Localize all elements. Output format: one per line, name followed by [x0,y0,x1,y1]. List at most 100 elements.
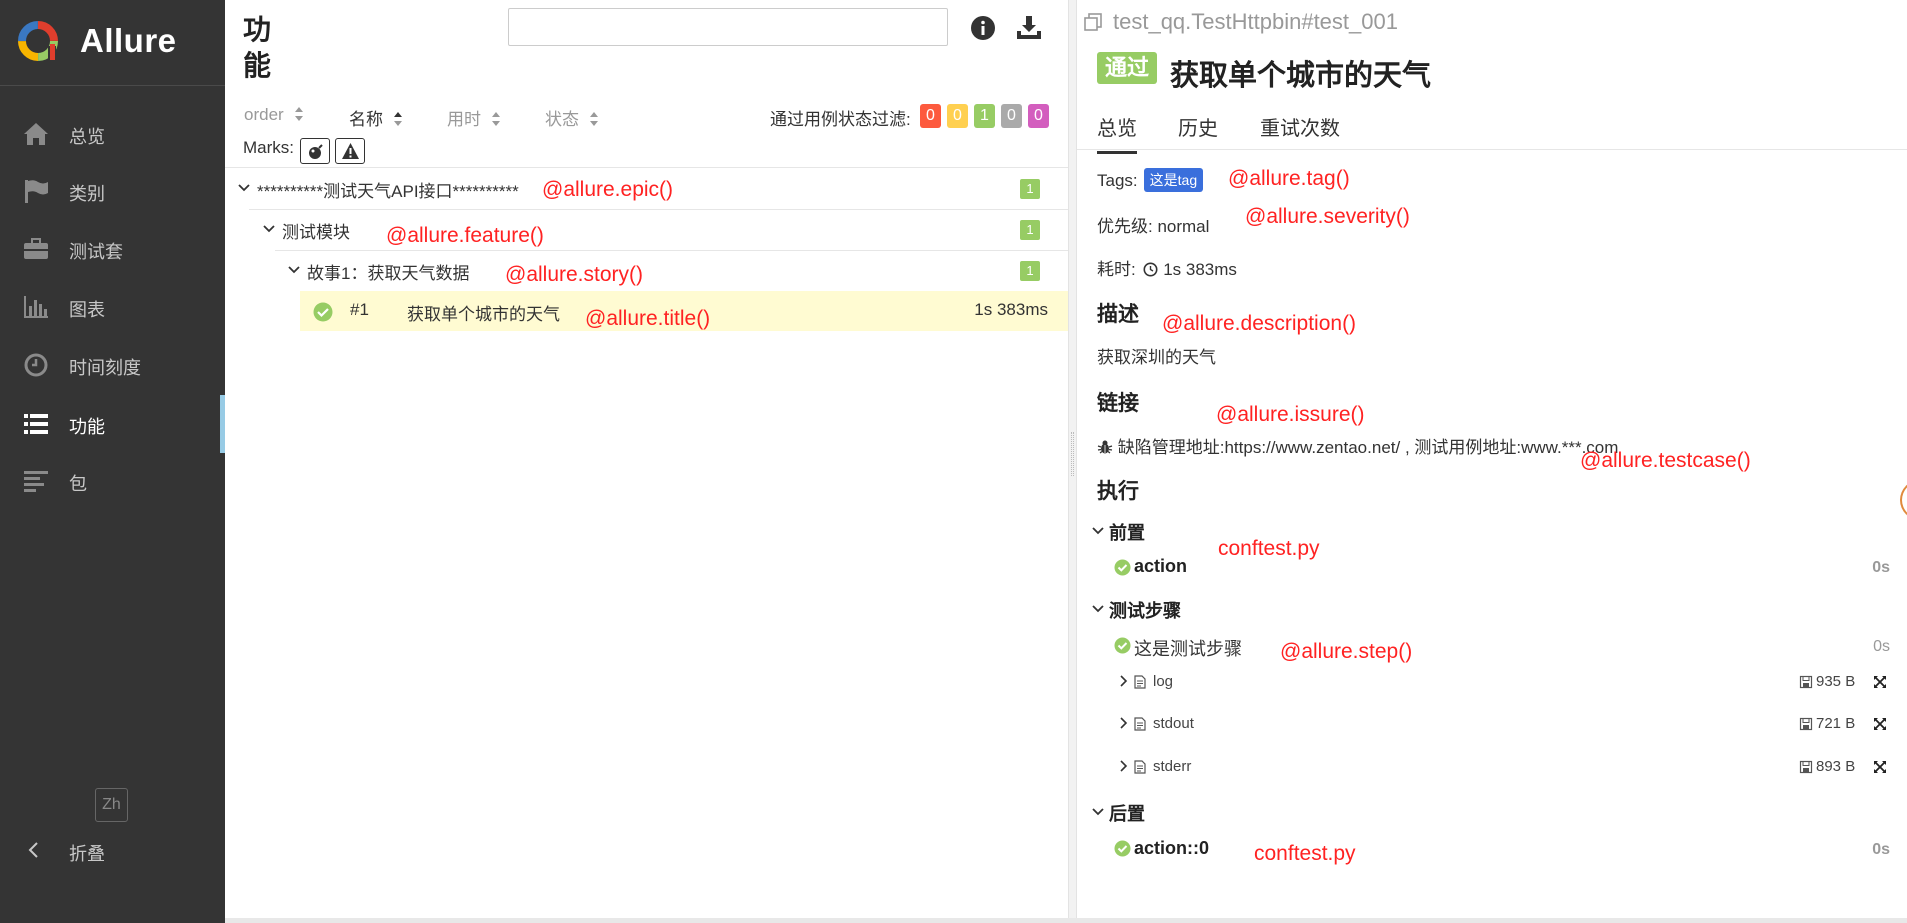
sidebar-item-label: 类别 [69,184,105,204]
chevron-left-icon [28,842,38,858]
row-divider [275,250,1068,251]
sort-name-label: 名称 [349,110,383,129]
description-text: 获取深圳的天气 [1097,348,1216,367]
tag-pill[interactable]: 这是tag [1143,168,1204,192]
allure-logo-icon [18,21,58,61]
copy-icon[interactable] [1083,12,1103,32]
brand-name: Allure [80,22,177,59]
tree-node-label: 故事1：获取天气数据 [307,264,470,283]
info-icon[interactable] [969,14,997,42]
chevron-right-icon [1120,675,1128,687]
sort-status[interactable]: 状态 [545,105,599,130]
sort-arrows-icon [492,112,500,126]
search-input[interactable] [508,8,948,46]
filter-passed-count[interactable]: 1 [974,104,995,128]
sidebar-item-label: 测试套 [69,242,123,262]
sidebar-item-graphs[interactable]: 图表 [0,278,225,336]
test-full-path: test_qq.TestHttpbin#test_001 [1113,9,1398,34]
sort-duration-label: 用时 [447,110,481,129]
annotation-severity: @allure.severity() [1245,205,1410,228]
clock-icon [1143,262,1158,277]
save-icon [1799,717,1813,731]
attachment-size: 721 B [1816,715,1856,732]
sort-asc-icon [394,112,402,126]
sidebar-item-label: 总览 [69,127,105,147]
collapse-label: 折叠 [69,844,105,864]
test-name: 获取单个城市的天气 [407,305,560,324]
sidebar-item-suites[interactable]: 测试套 [0,220,225,278]
mark-new-failed-button[interactable] [335,138,365,164]
passed-check-icon [1114,559,1131,576]
language-button[interactable]: Zh [95,788,128,822]
test-title: 获取单个城市的天气 [1170,60,1432,92]
bar-chart-icon [24,296,48,318]
expand-icon[interactable] [1873,675,1887,689]
header-divider [225,167,1068,168]
duration-row: 耗时: 1s 383ms [1097,255,1237,280]
sidebar-item-label: 功能 [69,417,105,437]
brand[interactable]: Allure [0,0,225,86]
allure-report-window: Allure 总览 类别 测试套 图表 时间刻度 功能 包 Zh 折叠 功能 o… [0,0,1907,923]
annotation-teardown: conftest.py [1254,842,1356,865]
filter-failed-count[interactable]: 0 [920,104,941,128]
tree-count-badge: 1 [1020,220,1040,240]
filter-broken-count[interactable]: 0 [947,104,968,128]
briefcase-icon [24,238,48,259]
sidebar: Allure 总览 类别 测试套 图表 时间刻度 功能 包 Zh 折叠 [0,0,225,923]
bottom-border [225,918,1907,923]
sidebar-item-packages[interactable]: 包 [0,452,225,510]
collapse-button[interactable]: 折叠 [0,826,225,874]
test-step-duration: 0s [1873,638,1890,655]
annotation-story: @allure.story() [505,263,644,286]
annotation-issue: @allure.issure() [1216,403,1365,426]
test-order: #1 [350,300,369,319]
sidebar-item-behaviors[interactable]: 功能 [0,395,225,453]
passed-check-icon [1114,840,1131,857]
sort-arrows-icon [294,107,303,121]
tags-label: Tags: [1097,171,1138,190]
setup-step-name[interactable]: action [1134,556,1187,577]
setup-heading: 前置 [1109,523,1145,543]
tab-overview[interactable]: 总览 [1097,112,1137,154]
sidebar-item-overview[interactable]: 总览 [0,105,225,163]
warning-icon [342,143,359,159]
description-heading: 描述 [1097,303,1139,326]
behaviors-pane: 功能 order 名称 用时 状态 通过用例状态过滤: 0 0 1 0 0 Ma… [225,0,1068,923]
tab-history[interactable]: 历史 [1178,112,1218,151]
attachment-name: stdout [1153,715,1194,732]
filter-skipped-count[interactable]: 0 [1001,104,1022,128]
chevron-down-icon [288,266,300,274]
chevron-down-icon [1092,527,1104,535]
test-step-name[interactable]: 这是测试步骤 [1134,635,1242,661]
severity-text: 优先级: normal [1097,217,1210,236]
links-row[interactable]: 缺陷管理地址:https://www.zentao.net/ , 测试用例地址:… [1097,433,1618,458]
filter-unknown-count[interactable]: 0 [1028,104,1049,128]
clock-icon [24,353,48,377]
mark-flaky-button[interactable] [300,138,330,164]
marks-label: Marks: [243,138,294,157]
annotation-feature: @allure.feature() [386,224,544,247]
duration-label: 耗时: [1097,260,1136,279]
sidebar-item-timeline[interactable]: 时间刻度 [0,336,225,394]
chevron-down-icon [238,184,250,192]
sort-order[interactable]: order [244,105,304,125]
sidebar-item-label: 时间刻度 [69,358,141,378]
home-icon [24,123,48,145]
floating-edge-widget[interactable] [1900,480,1907,520]
expand-icon[interactable] [1873,760,1887,774]
chevron-down-icon [263,225,275,233]
tab-retries[interactable]: 重试次数 [1260,112,1340,151]
teardown-step-name[interactable]: action::0 [1134,838,1209,859]
pane-splitter[interactable] [1068,0,1077,923]
sidebar-item-categories[interactable]: 类别 [0,162,225,220]
expand-icon[interactable] [1873,717,1887,731]
download-icon[interactable] [1015,14,1043,42]
test-duration: 1s 383ms [974,300,1048,319]
flag-icon [25,180,48,203]
annotation-description: @allure.description() [1162,312,1357,335]
sort-name[interactable]: 名称 [349,105,403,130]
sort-duration[interactable]: 用时 [447,105,501,130]
file-icon [1134,717,1146,731]
annotation-step: @allure.step() [1280,640,1413,663]
row-divider [249,209,1068,210]
